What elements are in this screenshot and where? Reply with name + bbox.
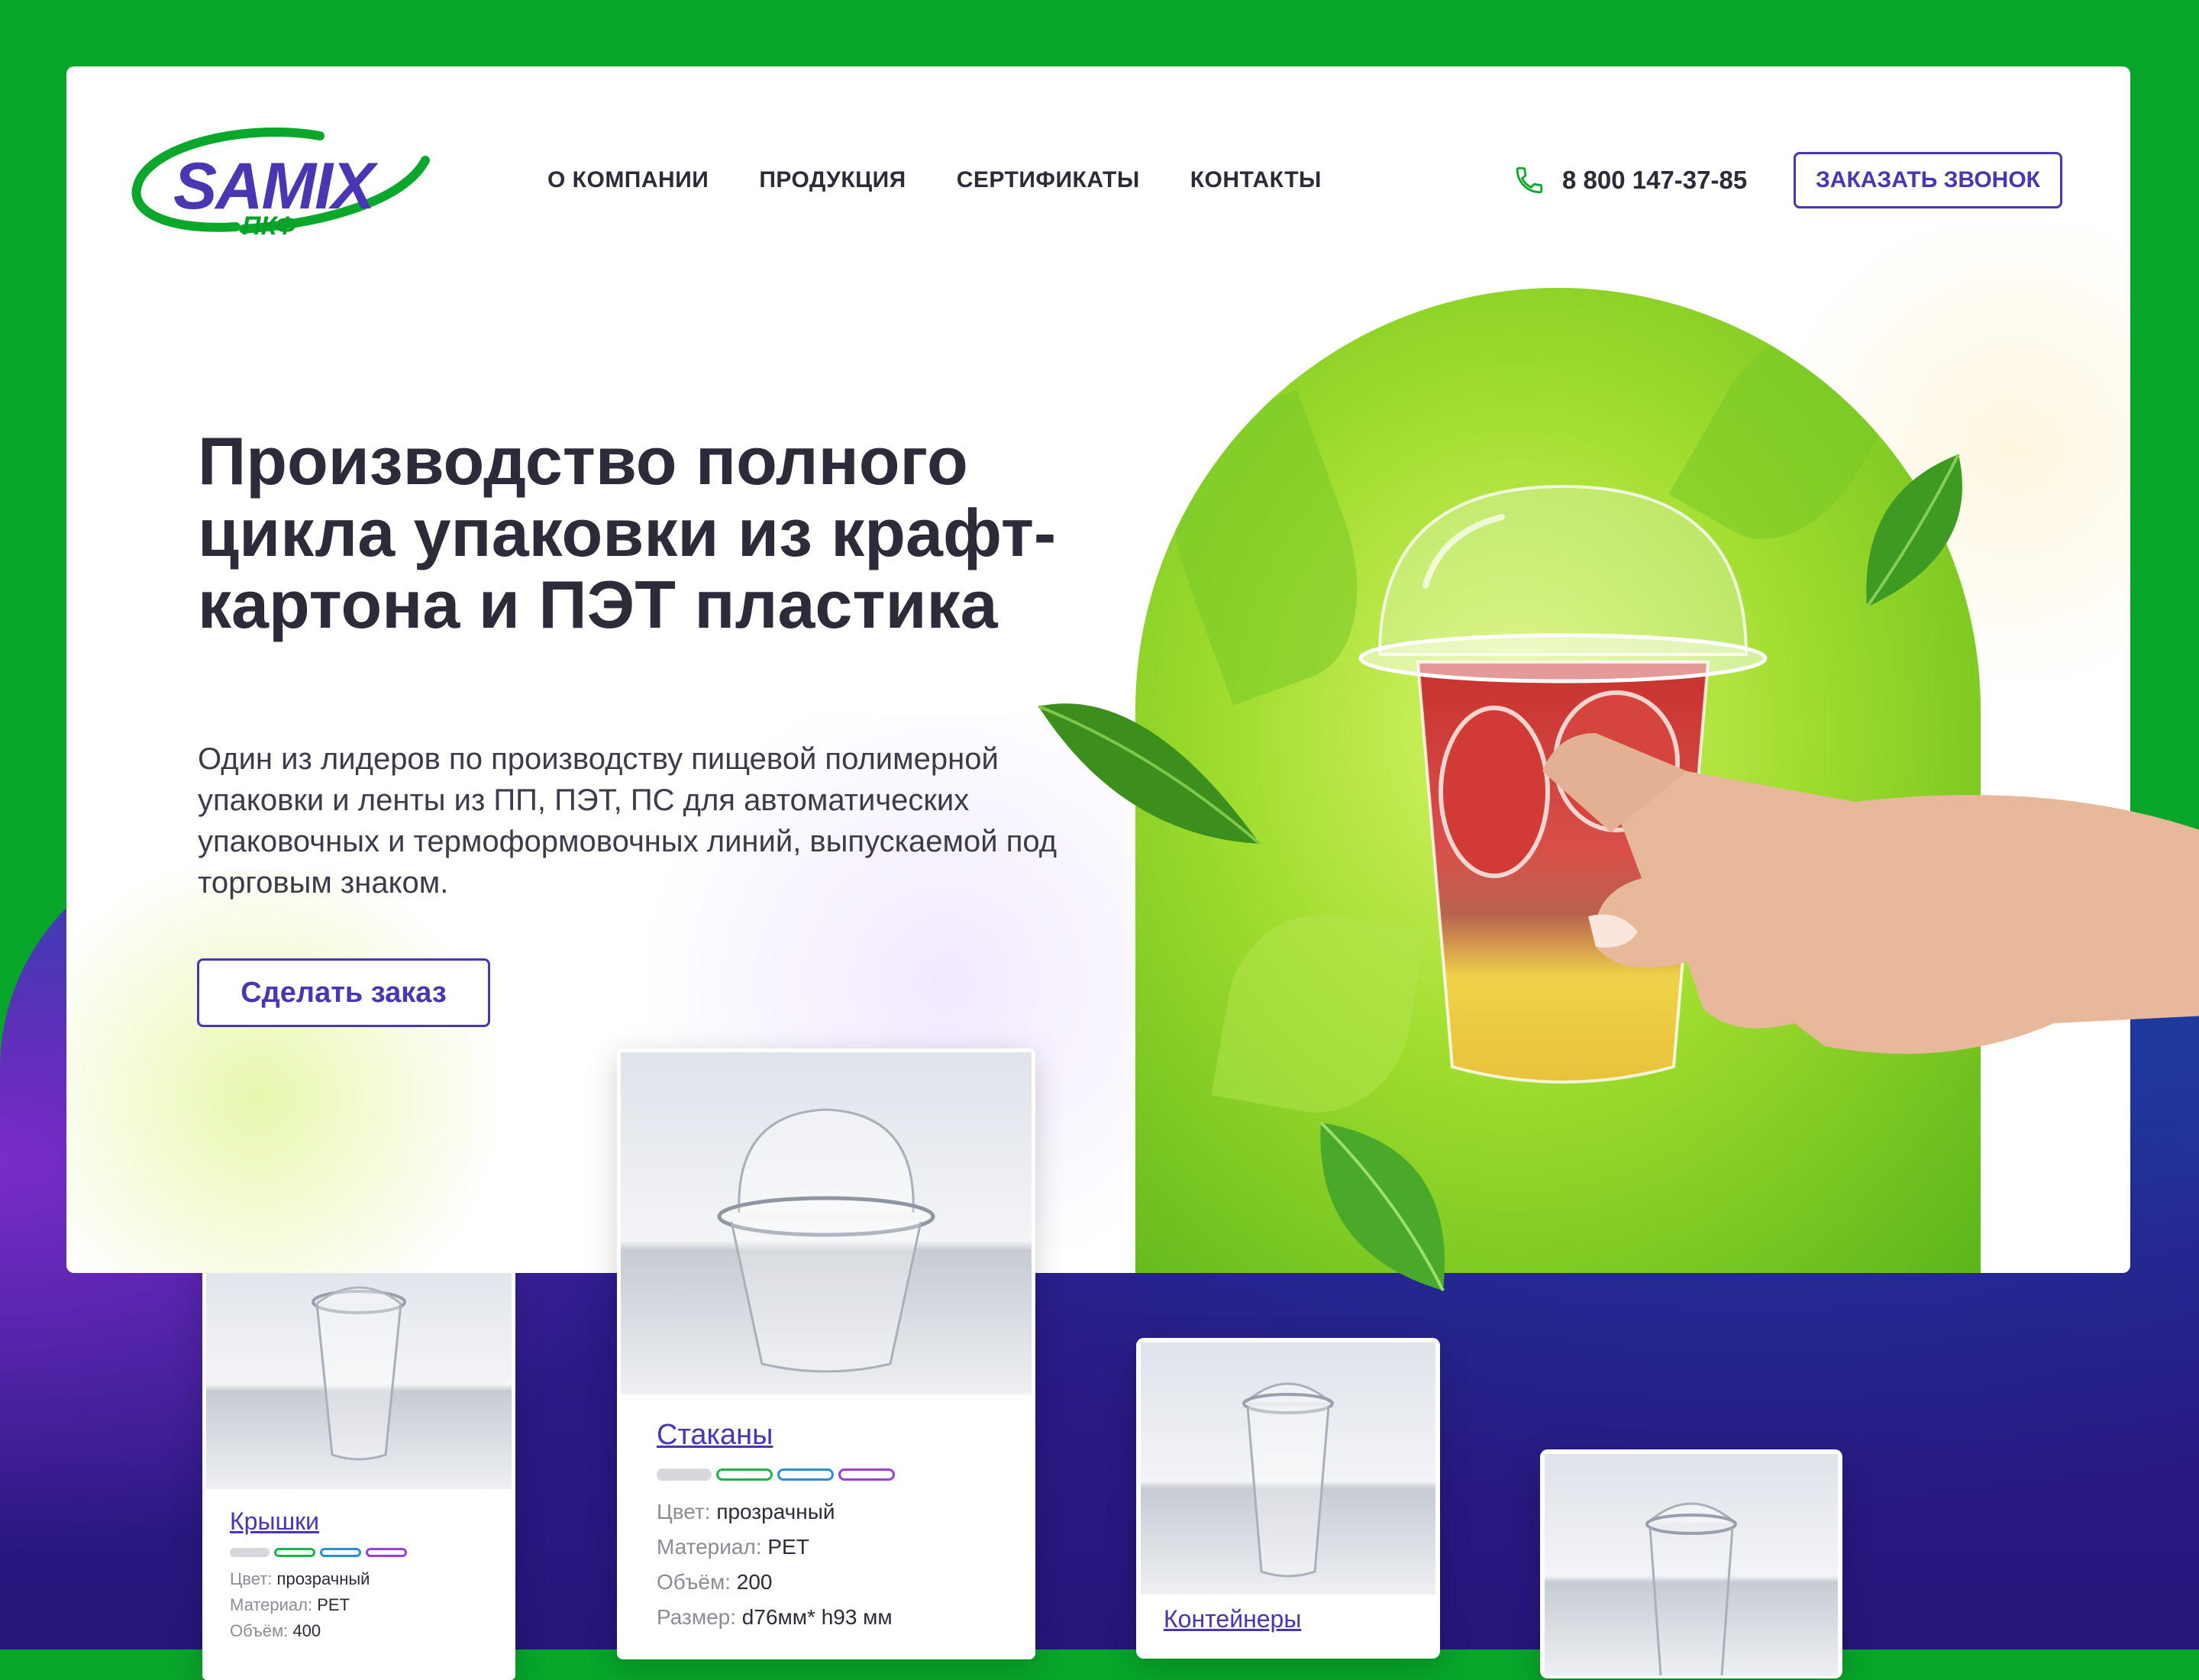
product-spec: Цвет: прозрачный: [230, 1569, 370, 1588]
product-image-cups: [621, 1052, 1032, 1394]
nav-contacts[interactable]: КОНТАКТЫ: [1190, 167, 1322, 193]
product-spec: Материал: PET: [230, 1595, 350, 1614]
product-card-lids[interactable]: Крышки Цвет: прозрачный Материал: PET Об…: [202, 1252, 515, 1680]
product-spec: Материал: PET: [657, 1535, 809, 1559]
nav-certificates[interactable]: СЕРТИФИКАТЫ: [957, 167, 1140, 193]
nav-about[interactable]: О КОМПАНИИ: [547, 167, 709, 193]
product-image-4: [1545, 1454, 1838, 1675]
order-button[interactable]: Сделать заказ: [197, 958, 490, 1027]
product-image-lids: [206, 1256, 512, 1489]
decor-glow: [66, 868, 525, 1273]
product-card-cups[interactable]: Стаканы Цвет: прозрачный Материал: PET О…: [617, 1048, 1035, 1659]
leaf-icon: [1319, 1121, 1445, 1291]
product-card-4[interactable]: [1540, 1449, 1842, 1678]
leaf-icon: [1865, 454, 1962, 609]
color-swatches: [657, 1468, 996, 1481]
product-title[interactable]: Стаканы: [657, 1419, 996, 1452]
main-nav: О КОМПАНИИ ПРОДУКЦИЯ СЕРТИФИКАТЫ КОНТАКТ…: [547, 167, 1322, 193]
color-swatch[interactable]: [657, 1468, 712, 1481]
leaf-icon: [1038, 703, 1261, 845]
hand-image: [1542, 733, 2199, 1054]
logo[interactable]: SAMIX ПКФ: [66, 66, 463, 265]
phone-icon: [1516, 166, 1543, 194]
color-swatches: [230, 1548, 488, 1557]
product-card-containers[interactable]: Контейнеры: [1136, 1338, 1440, 1659]
color-swatch[interactable]: [777, 1468, 834, 1481]
product-spec: Размер: d76мм* h93 мм: [657, 1605, 893, 1629]
product-title[interactable]: Крышки: [230, 1507, 488, 1536]
hero-description: Один из лидеров по производству пищевой …: [198, 742, 1058, 900]
phone-number: 8 800 147-37-85: [1562, 166, 1748, 194]
phone-link[interactable]: 8 800 147-37-85: [1513, 164, 1747, 196]
color-swatch[interactable]: [366, 1548, 407, 1557]
color-swatch[interactable]: [320, 1548, 361, 1557]
product-spec: Объём: 200: [657, 1570, 773, 1594]
nav-products[interactable]: ПРОДУКЦИЯ: [759, 167, 906, 193]
product-title[interactable]: Контейнеры: [1164, 1605, 1413, 1633]
color-swatch[interactable]: [716, 1468, 773, 1481]
color-swatch[interactable]: [274, 1548, 315, 1557]
callback-button[interactable]: ЗАКАЗАТЬ ЗВОНОК: [1794, 152, 2062, 208]
hero-title: Производство полного цикла упаковки из к…: [198, 423, 1057, 642]
logo-sub: ПКФ: [242, 212, 296, 241]
product-spec: Объём: 400: [230, 1621, 321, 1640]
color-swatch[interactable]: [838, 1468, 895, 1481]
product-image-containers: [1141, 1342, 1435, 1594]
hero-window: SAMIX ПКФ О КОМПАНИИ ПРОДУКЦИЯ СЕРТИФИКА…: [66, 66, 2130, 1273]
color-swatch[interactable]: [230, 1548, 270, 1557]
product-spec: Цвет: прозрачный: [657, 1500, 835, 1523]
